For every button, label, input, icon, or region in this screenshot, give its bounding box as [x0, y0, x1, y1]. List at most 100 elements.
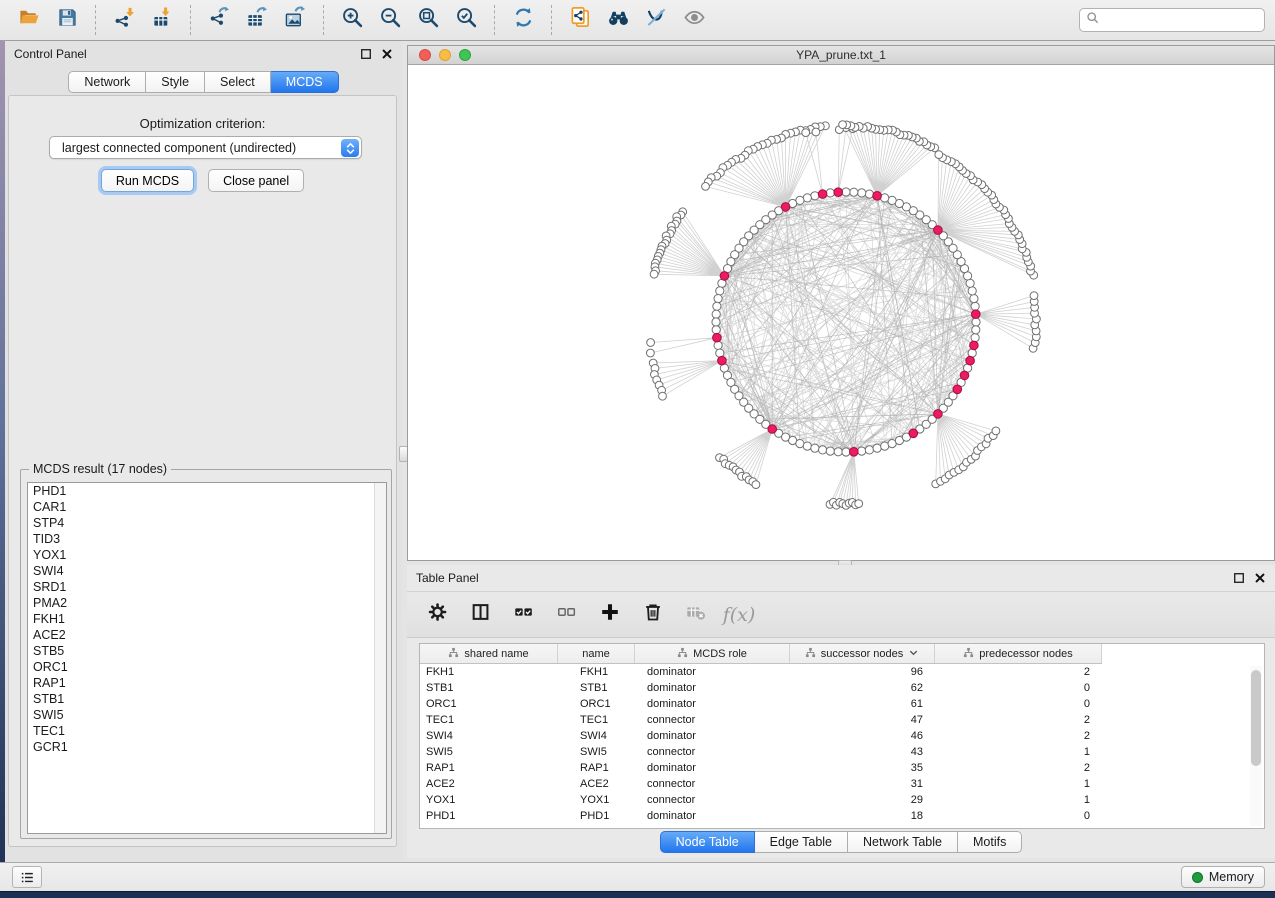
- cell-successor-nodes[interactable]: 18: [790, 808, 935, 824]
- table-row[interactable]: STB1STB1dominator620: [420, 680, 1264, 696]
- close-panel-button[interactable]: Close panel: [208, 169, 304, 192]
- cell-name[interactable]: FKH1: [558, 664, 635, 680]
- cell-name[interactable]: YOX1: [558, 792, 635, 808]
- cell-predecessor-nodes[interactable]: 0: [935, 680, 1102, 696]
- cell-mcds-role[interactable]: dominator: [635, 680, 790, 696]
- mcds-result-item[interactable]: GCR1: [28, 739, 386, 755]
- cell-predecessor-nodes[interactable]: 2: [935, 664, 1102, 680]
- cell-name[interactable]: PHD1: [558, 808, 635, 824]
- cell-shared-name[interactable]: YOX1: [420, 792, 558, 808]
- table-row[interactable]: PHD1PHD1dominator180: [420, 808, 1264, 824]
- import-network-button[interactable]: [109, 5, 139, 35]
- status-menu-button[interactable]: [12, 866, 42, 888]
- column-header-mcds-role[interactable]: MCDS role: [635, 644, 790, 663]
- cell-name[interactable]: RAP1: [558, 760, 635, 776]
- refresh-button[interactable]: [508, 5, 538, 35]
- show-graphics-details-button[interactable]: [679, 5, 709, 35]
- cell-mcds-role[interactable]: connector: [635, 776, 790, 792]
- hide-graphics-details-button[interactable]: [641, 5, 671, 35]
- cell-successor-nodes[interactable]: 61: [790, 696, 935, 712]
- tab-motifs[interactable]: Motifs: [958, 831, 1022, 853]
- mcds-result-item[interactable]: ORC1: [28, 659, 386, 675]
- cell-predecessor-nodes[interactable]: 1: [935, 792, 1102, 808]
- cell-predecessor-nodes[interactable]: 2: [935, 728, 1102, 744]
- mcds-result-item[interactable]: SWI5: [28, 707, 386, 723]
- cell-name[interactable]: TEC1: [558, 712, 635, 728]
- cell-shared-name[interactable]: TEC1: [420, 712, 558, 728]
- mcds-result-item[interactable]: STP4: [28, 515, 386, 531]
- cell-successor-nodes[interactable]: 62: [790, 680, 935, 696]
- mcds-list-scrollbar[interactable]: [374, 483, 386, 833]
- table-row[interactable]: RAP1RAP1dominator352: [420, 760, 1264, 776]
- mcds-result-item[interactable]: TID3: [28, 531, 386, 547]
- cell-shared-name[interactable]: PHD1: [420, 808, 558, 824]
- zoom-in-button[interactable]: [337, 5, 367, 35]
- mcds-result-item[interactable]: RAP1: [28, 675, 386, 691]
- cell-predecessor-nodes[interactable]: 1: [935, 776, 1102, 792]
- cell-shared-name[interactable]: SWI4: [420, 728, 558, 744]
- table-row[interactable]: SWI4SWI4dominator462: [420, 728, 1264, 744]
- search-network-button[interactable]: [603, 5, 633, 35]
- cell-mcds-role[interactable]: dominator: [635, 664, 790, 680]
- cell-name[interactable]: STB1: [558, 680, 635, 696]
- column-header-predecessor-nodes[interactable]: predecessor nodes: [935, 644, 1102, 663]
- cell-predecessor-nodes[interactable]: 2: [935, 760, 1102, 776]
- cell-shared-name[interactable]: SWI5: [420, 744, 558, 760]
- network-canvas[interactable]: [408, 65, 1274, 560]
- table-row[interactable]: TEC1TEC1connector472: [420, 712, 1264, 728]
- column-header-shared-name[interactable]: shared name: [420, 644, 558, 663]
- cell-mcds-role[interactable]: dominator: [635, 696, 790, 712]
- zoom-out-button[interactable]: [375, 5, 405, 35]
- cell-mcds-role[interactable]: dominator: [635, 808, 790, 824]
- cell-mcds-role[interactable]: connector: [635, 792, 790, 808]
- cell-successor-nodes[interactable]: 43: [790, 744, 935, 760]
- table-row[interactable]: ORC1ORC1dominator610: [420, 696, 1264, 712]
- clone-network-button[interactable]: [565, 5, 595, 35]
- mcds-result-item[interactable]: CAR1: [28, 499, 386, 515]
- cell-name[interactable]: ACE2: [558, 776, 635, 792]
- cell-successor-nodes[interactable]: 29: [790, 792, 935, 808]
- cell-mcds-role[interactable]: dominator: [635, 760, 790, 776]
- table-row[interactable]: YOX1YOX1connector291: [420, 792, 1264, 808]
- tab-network[interactable]: Network: [68, 71, 146, 93]
- mcds-result-item[interactable]: TEC1: [28, 723, 386, 739]
- tab-style[interactable]: Style: [146, 71, 205, 93]
- close-panel-icon[interactable]: [380, 48, 393, 61]
- formula-button[interactable]: f(x): [726, 602, 752, 628]
- cell-successor-nodes[interactable]: 46: [790, 728, 935, 744]
- delete-table-button[interactable]: [683, 602, 709, 628]
- add-button[interactable]: [597, 602, 623, 628]
- network-graph[interactable]: [408, 65, 1274, 560]
- tab-node-table[interactable]: Node Table: [660, 831, 755, 853]
- float-panel-icon[interactable]: [359, 48, 372, 61]
- export-network-button[interactable]: [204, 5, 234, 35]
- export-image-button[interactable]: [280, 5, 310, 35]
- deselect-all-button[interactable]: [554, 602, 580, 628]
- cell-mcds-role[interactable]: connector: [635, 712, 790, 728]
- cell-name[interactable]: SWI5: [558, 744, 635, 760]
- tab-network-table[interactable]: Network Table: [848, 831, 958, 853]
- import-table-button[interactable]: [147, 5, 177, 35]
- close-table-panel-icon[interactable]: [1253, 572, 1266, 585]
- search-input[interactable]: [1100, 13, 1258, 27]
- cell-successor-nodes[interactable]: 47: [790, 712, 935, 728]
- cell-shared-name[interactable]: ACE2: [420, 776, 558, 792]
- split-panel-button[interactable]: [468, 602, 494, 628]
- mcds-result-item[interactable]: ACE2: [28, 627, 386, 643]
- column-header-name[interactable]: name: [558, 644, 635, 663]
- cell-successor-nodes[interactable]: 31: [790, 776, 935, 792]
- cell-successor-nodes[interactable]: 96: [790, 664, 935, 680]
- mcds-result-item[interactable]: YOX1: [28, 547, 386, 563]
- cell-predecessor-nodes[interactable]: 2: [935, 712, 1102, 728]
- cell-name[interactable]: ORC1: [558, 696, 635, 712]
- table-row[interactable]: ACE2ACE2connector311: [420, 776, 1264, 792]
- mcds-result-item[interactable]: SWI4: [28, 563, 386, 579]
- export-table-button[interactable]: [242, 5, 272, 35]
- table-row[interactable]: FKH1FKH1dominator962: [420, 664, 1264, 680]
- cell-predecessor-nodes[interactable]: 1: [935, 744, 1102, 760]
- gear-button[interactable]: [425, 602, 451, 628]
- zoom-fit-button[interactable]: [413, 5, 443, 35]
- cell-shared-name[interactable]: STB1: [420, 680, 558, 696]
- cell-predecessor-nodes[interactable]: 0: [935, 808, 1102, 824]
- criterion-dropdown[interactable]: largest connected component (undirected): [49, 136, 362, 159]
